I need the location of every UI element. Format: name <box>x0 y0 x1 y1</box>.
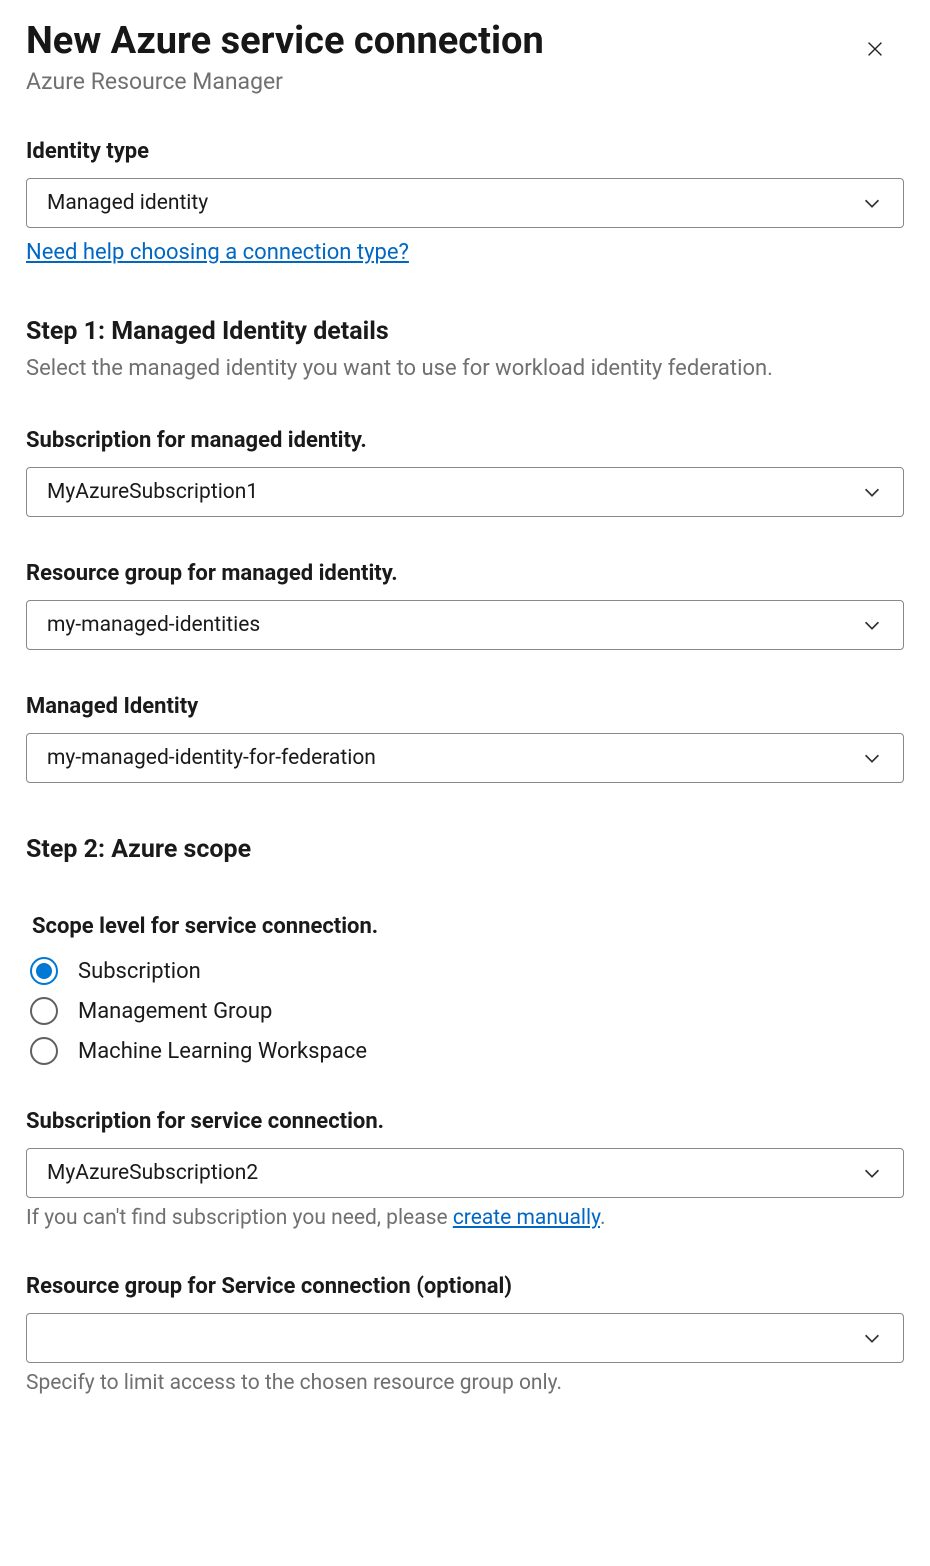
radio-icon <box>30 1037 58 1065</box>
mi-subscription-value: MyAzureSubscription1 <box>47 480 861 504</box>
managed-identity-select[interactable]: my-managed-identity-for-federation <box>26 733 904 783</box>
step2-heading: Step 2: Azure scope <box>26 835 904 864</box>
chevron-down-icon <box>861 192 883 214</box>
radio-label: Subscription <box>78 959 201 984</box>
radio-icon <box>30 997 58 1025</box>
chevron-down-icon <box>861 481 883 503</box>
sc-resource-group-label: Resource group for Service connection (o… <box>26 1274 904 1299</box>
mi-resource-group-label: Resource group for managed identity. <box>26 561 904 586</box>
scope-option-management-group[interactable]: Management Group <box>26 997 904 1025</box>
chevron-down-icon <box>861 614 883 636</box>
hint-prefix: If you can't find subscription you need,… <box>26 1206 453 1230</box>
mi-resource-group-select[interactable]: my-managed-identities <box>26 600 904 650</box>
managed-identity-label: Managed Identity <box>26 694 904 719</box>
scope-level-radio-group: Subscription Management Group Machine Le… <box>26 957 904 1065</box>
radio-label: Management Group <box>78 999 272 1024</box>
title-block: New Azure service connection Azure Resou… <box>26 20 856 95</box>
chevron-down-icon <box>861 747 883 769</box>
sc-resource-group-select[interactable] <box>26 1313 904 1363</box>
scope-option-ml-workspace[interactable]: Machine Learning Workspace <box>26 1037 904 1065</box>
mi-subscription-select[interactable]: MyAzureSubscription1 <box>26 467 904 517</box>
identity-type-label: Identity type <box>26 139 904 164</box>
page-subtitle: Azure Resource Manager <box>26 68 856 95</box>
create-manually-link[interactable]: create manually <box>453 1206 600 1230</box>
sc-subscription-value: MyAzureSubscription2 <box>47 1161 861 1185</box>
sc-subscription-label: Subscription for service connection. <box>26 1109 904 1134</box>
step1-heading: Step 1: Managed Identity details <box>26 317 904 346</box>
chevron-down-icon <box>861 1327 883 1349</box>
scope-option-subscription[interactable]: Subscription <box>26 957 904 985</box>
close-icon <box>864 48 886 63</box>
radio-label: Machine Learning Workspace <box>78 1039 367 1064</box>
close-button[interactable] <box>856 30 894 71</box>
identity-type-select[interactable]: Managed identity <box>26 178 904 228</box>
identity-type-value: Managed identity <box>47 191 861 215</box>
sc-subscription-select[interactable]: MyAzureSubscription2 <box>26 1148 904 1198</box>
radio-icon <box>30 957 58 985</box>
managed-identity-value: my-managed-identity-for-federation <box>47 746 861 770</box>
header: New Azure service connection Azure Resou… <box>26 20 904 95</box>
step1-description: Select the managed identity you want to … <box>26 354 806 385</box>
mi-subscription-label: Subscription for managed identity. <box>26 428 904 453</box>
page-title: New Azure service connection <box>26 20 856 64</box>
scope-level-label: Scope level for service connection. <box>32 914 904 939</box>
sc-resource-group-hint: Specify to limit access to the chosen re… <box>26 1371 904 1395</box>
chevron-down-icon <box>861 1162 883 1184</box>
help-choosing-link[interactable]: Need help choosing a connection type? <box>26 240 409 265</box>
sc-subscription-hint: If you can't find subscription you need,… <box>26 1206 904 1230</box>
mi-resource-group-value: my-managed-identities <box>47 613 861 637</box>
hint-suffix: . <box>600 1206 606 1230</box>
